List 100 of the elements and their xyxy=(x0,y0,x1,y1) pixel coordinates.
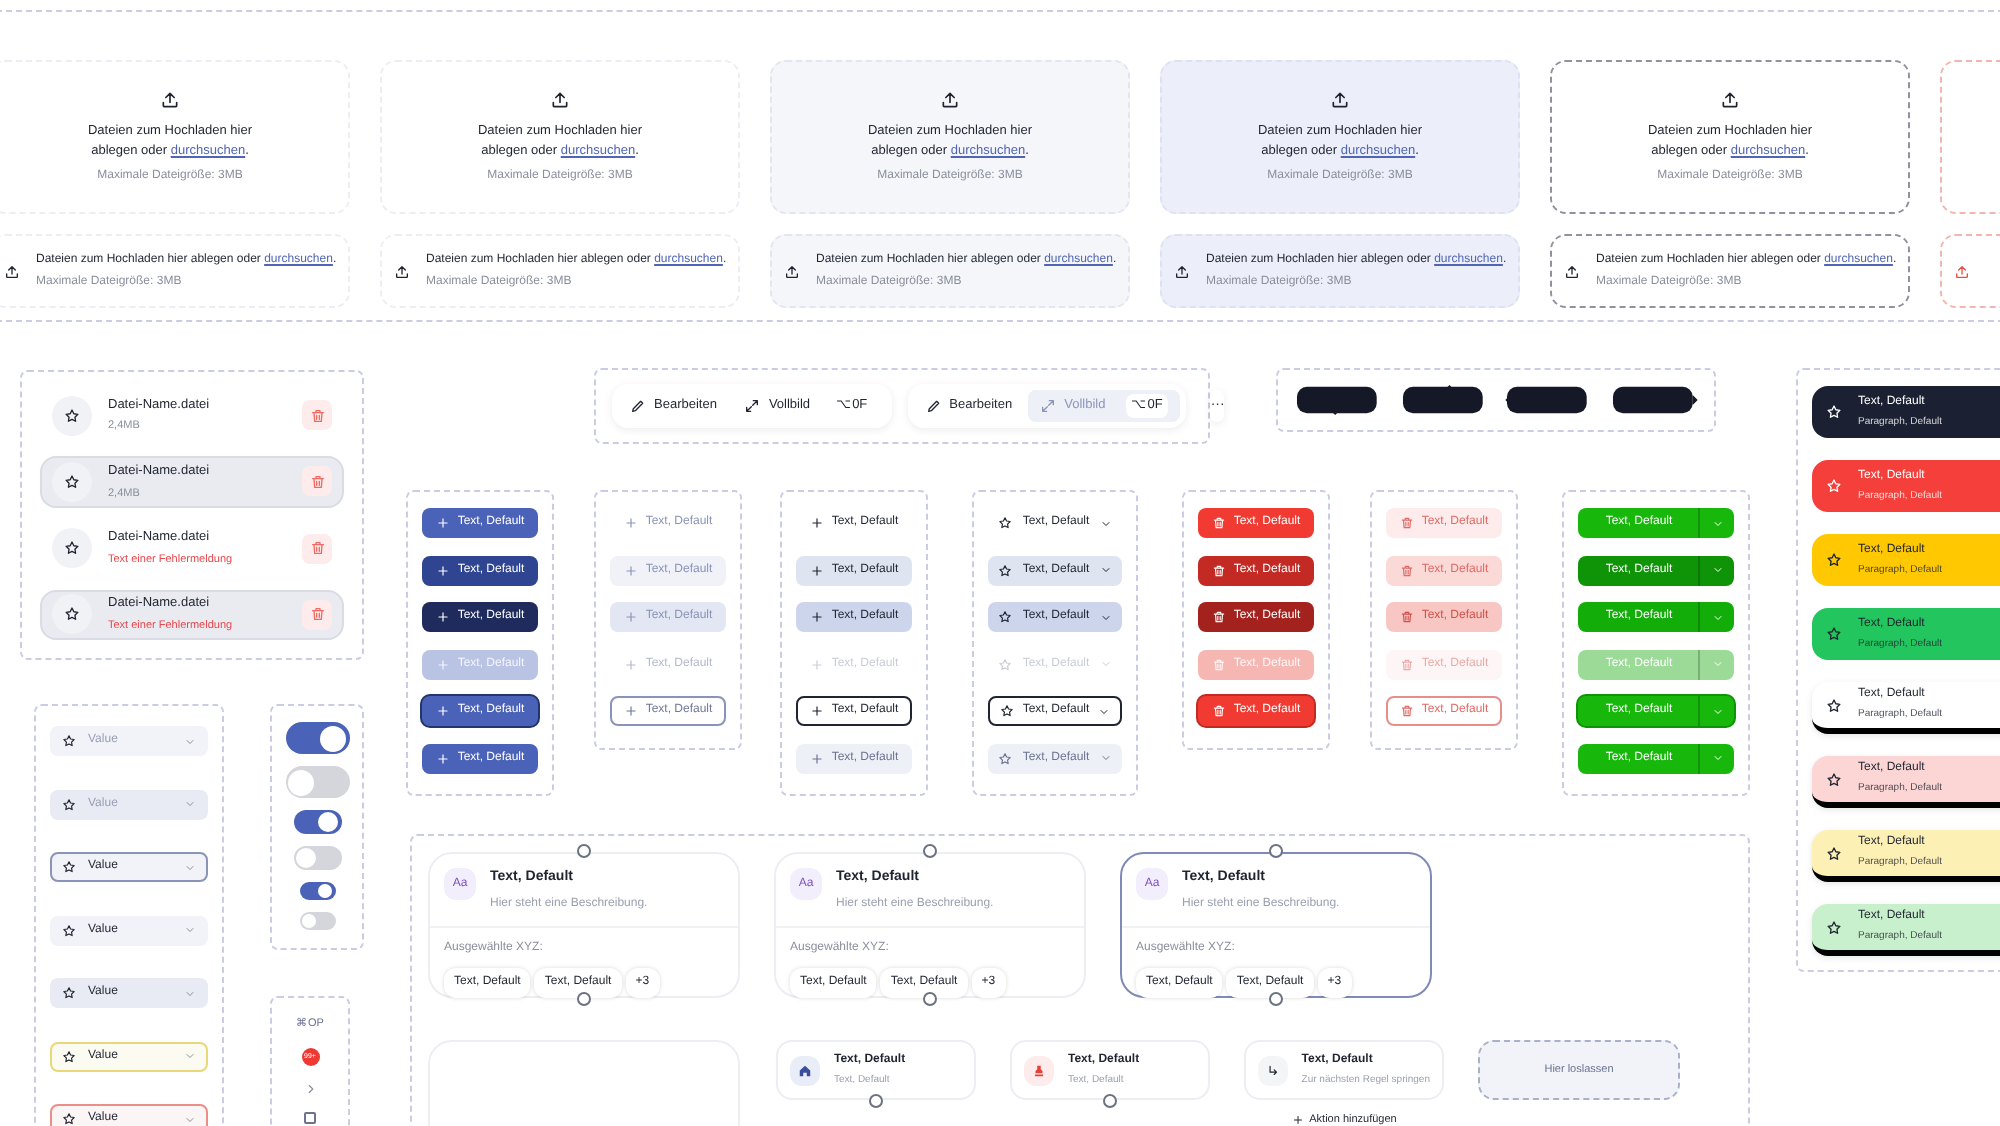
star-icon xyxy=(64,540,80,557)
chevron-icon xyxy=(1712,705,1724,717)
star-icon xyxy=(62,860,76,874)
pencil-icon xyxy=(925,398,942,414)
upload-icon xyxy=(1954,263,1970,279)
star-icon xyxy=(62,734,76,748)
plus-icon xyxy=(809,563,824,577)
toggle-switch[interactable] xyxy=(293,846,341,870)
upload-icon xyxy=(1720,89,1740,109)
star-icon xyxy=(1826,697,1842,713)
toggle-switch[interactable] xyxy=(285,766,349,798)
checkbox[interactable] xyxy=(304,1112,316,1125)
upload-icon xyxy=(940,89,960,109)
trash-icon xyxy=(1211,704,1226,718)
trash-icon xyxy=(1399,657,1414,671)
star-icon xyxy=(1826,478,1842,494)
home-icon xyxy=(798,1063,812,1077)
star-icon xyxy=(64,473,80,490)
chevron-icon xyxy=(1100,517,1112,529)
trash-icon xyxy=(1211,563,1226,577)
stamp-icon xyxy=(1032,1063,1046,1077)
chevron-icon xyxy=(1100,752,1112,764)
star-icon xyxy=(998,516,1012,530)
chevron-icon xyxy=(184,798,196,810)
trash-icon xyxy=(1399,516,1414,530)
connection-handle[interactable] xyxy=(869,1094,883,1108)
star-icon xyxy=(998,657,1012,671)
plus-icon xyxy=(435,751,450,765)
connection-handle[interactable] xyxy=(923,992,937,1006)
return-arrow-icon xyxy=(1265,1063,1280,1077)
connection-handle[interactable] xyxy=(1103,1094,1117,1108)
delete-button[interactable] xyxy=(302,599,332,630)
upload-icon xyxy=(394,263,410,279)
plus-icon xyxy=(623,563,638,577)
toggle-switch[interactable] xyxy=(299,882,335,900)
plus-icon xyxy=(435,657,450,671)
trash-icon xyxy=(1399,610,1414,624)
star-icon xyxy=(1826,845,1842,861)
chevron-icon xyxy=(1100,611,1112,623)
star-icon xyxy=(62,1112,76,1126)
delete-button[interactable] xyxy=(302,466,332,497)
chevron-icon xyxy=(1100,564,1112,576)
star-icon xyxy=(1826,626,1842,642)
connection-handle[interactable] xyxy=(1269,992,1283,1006)
chevron-icon xyxy=(184,924,196,936)
star-icon xyxy=(64,407,80,424)
upload-icon xyxy=(160,89,180,109)
pencil-icon xyxy=(630,398,646,414)
trash-icon xyxy=(1399,563,1414,577)
star-icon xyxy=(1000,704,1014,718)
plus-icon xyxy=(809,751,824,765)
connection-handle[interactable] xyxy=(923,844,937,858)
star-icon xyxy=(998,610,1012,624)
trash-icon xyxy=(1211,610,1226,624)
star-icon xyxy=(62,986,76,1000)
upload-icon xyxy=(4,263,20,279)
upload-icon xyxy=(784,263,800,279)
chevron-icon xyxy=(1712,564,1724,576)
plus-icon xyxy=(435,704,450,718)
upload-icon xyxy=(1174,263,1190,279)
plus-icon xyxy=(809,516,824,530)
chevron-icon xyxy=(184,735,196,747)
toggle-switch[interactable] xyxy=(285,722,349,754)
star-icon xyxy=(1826,404,1842,420)
plus-icon xyxy=(623,704,638,718)
plus-icon xyxy=(809,704,824,718)
star-icon xyxy=(998,563,1012,577)
chevron-icon xyxy=(184,1113,196,1125)
toggle-switch[interactable] xyxy=(299,912,335,930)
trash-icon xyxy=(1211,657,1226,671)
upload-icon xyxy=(1330,89,1350,109)
chevron-right-icon xyxy=(303,1082,317,1097)
chevron-icon xyxy=(1712,611,1724,623)
trash-icon xyxy=(309,540,325,557)
star-icon xyxy=(1826,919,1842,935)
connection-handle[interactable] xyxy=(577,992,591,1006)
expand-icon xyxy=(744,398,761,414)
trash-icon xyxy=(1211,516,1226,530)
connection-handle[interactable] xyxy=(1269,844,1283,858)
delete-button[interactable] xyxy=(302,400,332,431)
chevron-icon xyxy=(184,987,196,999)
upload-icon xyxy=(1564,263,1580,279)
plus-icon xyxy=(435,563,450,577)
star-icon xyxy=(998,751,1012,765)
plus-icon xyxy=(623,610,638,624)
chevron-icon xyxy=(184,861,196,873)
trash-icon xyxy=(309,473,325,490)
chevron-icon xyxy=(1100,658,1112,670)
toggle-switch[interactable] xyxy=(293,810,341,834)
chevron-icon xyxy=(1712,658,1724,670)
chevron-icon xyxy=(1712,752,1724,764)
plus-icon xyxy=(623,657,638,671)
trash-icon xyxy=(309,407,325,424)
trash-icon xyxy=(309,606,325,623)
star-icon xyxy=(62,1049,76,1063)
delete-button[interactable] xyxy=(302,533,332,564)
plus-icon xyxy=(809,610,824,624)
star-icon xyxy=(1826,771,1842,787)
connection-handle[interactable] xyxy=(577,844,591,858)
star-icon xyxy=(64,606,80,623)
